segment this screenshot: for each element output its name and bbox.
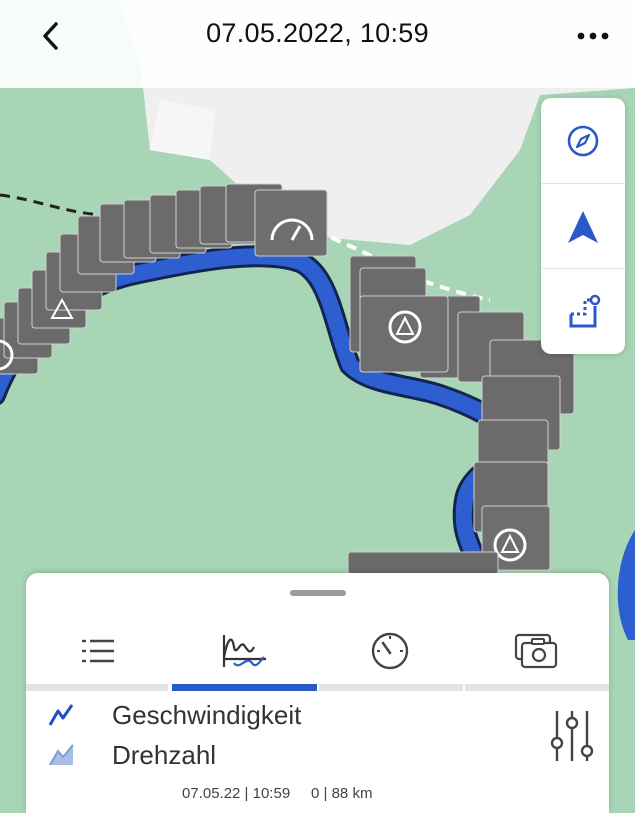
- bottom-sheet: Geschwindigkeit Drehzahl 07.05.22 | 10:5…: [26, 573, 609, 813]
- tab-indicator: [26, 684, 168, 691]
- more-horizontal-icon: [577, 32, 609, 40]
- camera-gallery-icon: [514, 633, 558, 669]
- navigation-button[interactable]: [541, 183, 625, 269]
- map-area: [150, 100, 215, 160]
- map-controls: [541, 98, 625, 354]
- route-overview-button[interactable]: [541, 268, 625, 354]
- page-title: 07.05.2022, 10:59: [206, 18, 429, 48]
- tab-gallery[interactable]: [466, 621, 606, 681]
- navigation-arrow-icon: [568, 210, 598, 243]
- chart-start-date: 07.05.22 | 10:59: [182, 785, 291, 802]
- tab-indicator: [319, 684, 463, 691]
- tab-indicator-active: [172, 684, 317, 691]
- line-series-icon: [48, 704, 74, 726]
- compass-icon: [567, 125, 599, 156]
- legend-item-rpm[interactable]: Drehzahl: [48, 735, 216, 775]
- chart-range-info: 07.05.22 | 10:59 0 | 88 km: [182, 785, 372, 802]
- legend-item-speed[interactable]: Geschwindigkeit: [48, 695, 301, 735]
- area-series-icon: [49, 744, 74, 766]
- tab-indicator: [465, 684, 609, 691]
- filter-settings-button[interactable]: [548, 709, 598, 763]
- tab-speedometer[interactable]: [320, 621, 460, 681]
- legend-label: Geschwindigkeit: [112, 699, 302, 730]
- more-button[interactable]: [573, 22, 613, 50]
- route-overview-icon: [569, 294, 601, 327]
- tab-list[interactable]: [28, 621, 168, 681]
- chart-distance-range: 0 | 88 km: [311, 785, 373, 802]
- top-bar: 07.05.2022, 10:59: [0, 0, 635, 88]
- tab-chart[interactable]: [174, 621, 314, 681]
- compass-button[interactable]: [541, 98, 625, 183]
- legend-label: Drehzahl: [112, 739, 217, 770]
- drag-handle[interactable]: [290, 590, 346, 596]
- chart-icon: [222, 635, 266, 667]
- sliders-icon: [550, 711, 594, 761]
- list-icon: [82, 639, 114, 663]
- speedometer-icon: [371, 632, 409, 670]
